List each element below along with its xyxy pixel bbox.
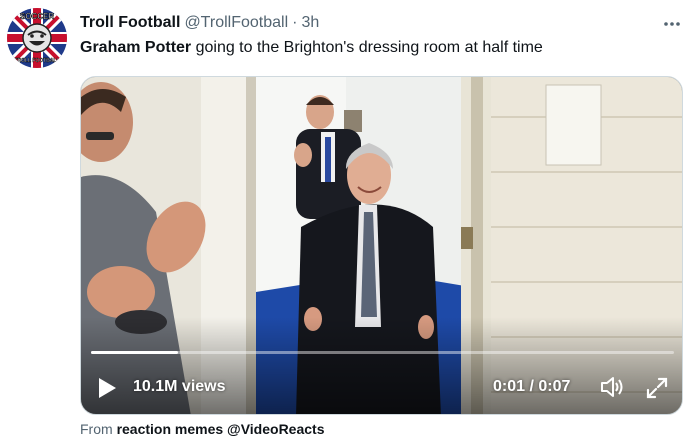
display-name[interactable]: Troll Football	[80, 14, 180, 32]
fullscreen-button[interactable]	[645, 376, 669, 400]
tweet-text-body: going to the Brighton's dressing room at…	[191, 39, 543, 56]
video-attribution: From reaction memes @VideoReacts	[80, 421, 325, 437]
tweet-header: Troll Football @TrollFootball · 3h	[80, 12, 319, 34]
timestamp[interactable]: 3h	[301, 14, 319, 32]
avatar[interactable]: SOCCER TROLL FOOTBALL	[7, 8, 67, 68]
more-horizontal-icon	[664, 22, 680, 26]
more-options-button[interactable]	[658, 10, 686, 38]
play-button[interactable]	[95, 376, 119, 400]
view-count: 10.1M views	[133, 378, 226, 395]
video-progress-bar[interactable]	[91, 351, 674, 354]
tweet-card: SOCCER TROLL FOOTBALL Troll Football @Tr…	[0, 0, 700, 447]
volume-icon	[601, 377, 623, 397]
video-frame	[81, 77, 682, 414]
fullscreen-icon	[646, 377, 668, 399]
video-player[interactable]: 10.1M views 0:01 / 0:07	[80, 76, 683, 415]
tweet-text: Graham Potter going to the Brighton's dr…	[80, 37, 543, 59]
video-progress-fill	[91, 351, 179, 354]
play-icon	[99, 378, 116, 398]
attribution-source-link[interactable]: reaction memes @VideoReacts	[117, 421, 325, 437]
video-time: 0:01 / 0:07	[493, 378, 571, 395]
union-jack-logo: SOCCER TROLL FOOTBALL	[7, 8, 67, 68]
attribution-prefix: From	[80, 421, 113, 437]
volume-button[interactable]	[599, 375, 625, 399]
tweet-text-bold: Graham Potter	[80, 39, 192, 56]
svg-text:TROLL FOOTBALL: TROLL FOOTBALL	[14, 58, 59, 64]
separator-dot: ·	[292, 14, 298, 31]
svg-text:SOCCER: SOCCER	[20, 12, 54, 21]
user-handle[interactable]: @TrollFootball	[184, 14, 288, 32]
